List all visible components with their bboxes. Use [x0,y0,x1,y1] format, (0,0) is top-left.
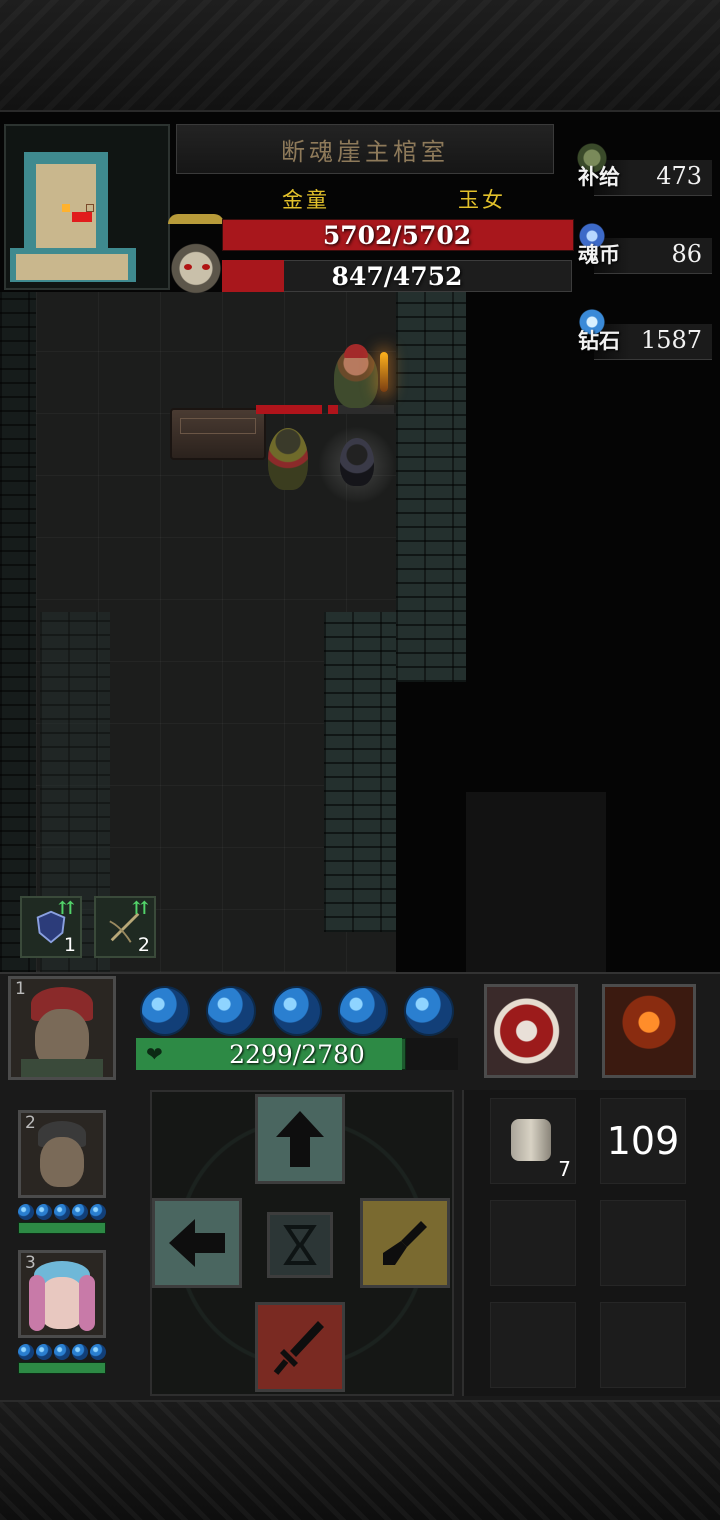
party-member-2-hp [18,1222,106,1234]
boss-name-1: 金童 [282,188,330,212]
wall-left [0,292,40,972]
item-count: 109 [606,1119,680,1163]
player-hp-text: 2299/2780 [229,1039,365,1069]
dagger-icon [273,1321,324,1375]
minimap-player-marker [86,204,94,212]
resource-label: 钻石 [578,328,620,353]
portrait-slot-number: 1 [15,979,26,999]
boss-name-2: 玉女 [458,188,506,212]
inventory-slot-counter[interactable]: 109 [600,1098,686,1184]
energy-orb-icon [404,986,454,1036]
resource-diamond[interactable]: 钻石 1587 [572,306,712,360]
up-arrow-icon [276,1111,324,1167]
face-icon [40,1137,84,1187]
left-arrow-icon [169,1219,225,1267]
boss-eye-right [202,264,210,270]
energy-orb-icon [272,986,322,1036]
enemy-yunv[interactable] [340,438,374,486]
location-title: 断魂崖主棺室 [176,124,554,174]
move-left-button[interactable] [152,1198,242,1288]
portrait-slot-number: 2 [25,1113,36,1133]
dark-floor [466,792,606,972]
energy-orb-icon [140,986,190,1036]
enemy-hp-bar [256,405,322,414]
buff-count: 1 [63,934,76,956]
energy-orb-icon [18,1204,34,1220]
boss-hp-text-1: 5702/5702 [322,220,472,250]
resource-value: 86 [671,240,702,268]
inventory-slot-empty[interactable] [490,1200,576,1286]
item-count: 7 [558,1157,571,1181]
energy-orb-icon [90,1204,106,1220]
rage-fighter-skill[interactable] [602,984,696,1078]
boss-hp-text-2: 847/4752 [331,261,463,291]
location-title-text: 断魂崖主棺室 [281,137,449,166]
inventory-slot-empty[interactable] [490,1302,576,1388]
boss-skull-icon [168,214,224,298]
top-frame [0,0,720,112]
enemy-jintong[interactable] [268,428,308,490]
bandage-roll-icon [511,1119,551,1161]
leader-portrait[interactable]: 1 [8,976,116,1080]
enemy-hp-bar-2 [328,405,338,414]
boss-eye-left [184,264,192,270]
inventory-slot-bandage[interactable]: 7 [490,1098,576,1184]
hair [79,1275,95,1331]
energy-orb-icon [36,1344,52,1360]
hair [29,1275,45,1331]
inventory-slot-empty[interactable] [600,1200,686,1286]
energy-orb-icon [72,1204,88,1220]
wall-center [324,612,396,932]
resource-value: 1587 [640,326,702,354]
attack-button[interactable] [255,1302,345,1392]
resource-value: 473 [656,162,702,190]
hourglass-icon [283,1225,317,1265]
dig-button[interactable] [360,1198,450,1288]
resource-label: 魂币 [578,242,620,267]
move-up-button[interactable] [255,1094,345,1184]
energy-orb-icon [90,1344,106,1360]
minimap-corridor [16,254,128,280]
energy-orb-icon [54,1204,70,1220]
minimap[interactable] [4,124,170,290]
party-member-2-portrait[interactable]: 2 [18,1110,106,1198]
torch-icon [380,352,388,392]
shield-buff[interactable]: ⇈ 1 [20,896,82,958]
upgrade-arrow-icon: ⇈ [58,898,74,919]
upgrade-arrow-icon: ⇈ [132,898,148,919]
shovel-icon [383,1221,427,1265]
minimap-enemy-marker [72,212,92,222]
whirlwind-slash-skill[interactable] [484,984,578,1078]
minimap-item-marker [62,204,70,212]
energy-orb-icon [54,1344,70,1360]
crossbow-buff[interactable]: ⇈ 2 [94,896,156,958]
resource-supply[interactable]: 补给 473 [572,142,712,196]
energy-orb-icon [338,986,388,1036]
energy-orb-icon [72,1344,88,1360]
bottom-frame [0,1400,720,1520]
wait-button[interactable] [267,1212,333,1278]
energy-orb-icon [18,1344,34,1360]
shoulders [21,1059,103,1077]
portrait-slot-number: 3 [25,1253,36,1273]
resource-label: 补给 [578,164,620,189]
wall-right [396,292,466,682]
coffin[interactable] [170,408,266,460]
energy-orb-icon [206,986,256,1036]
inventory-slot-empty[interactable] [600,1302,686,1388]
energy-orb-icon [36,1204,52,1220]
buff-count: 2 [137,934,150,956]
party-member-3-hp [18,1362,106,1374]
party-member-3-portrait[interactable]: 3 [18,1250,106,1338]
resource-soul-coin[interactable]: 魂币 86 [572,220,712,274]
